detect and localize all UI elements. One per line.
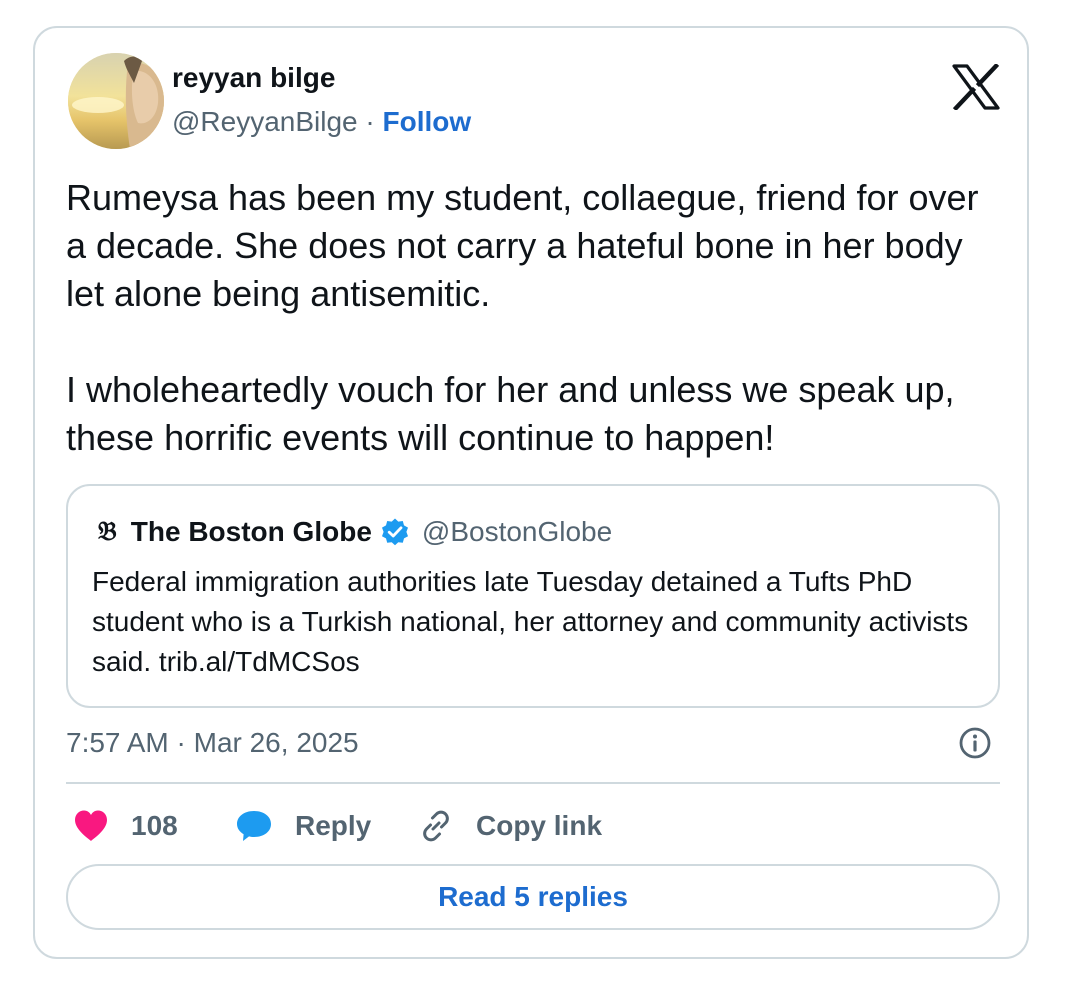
- author-name[interactable]: reyyan bilge: [172, 60, 335, 96]
- x-logo-icon[interactable]: [952, 64, 1000, 110]
- read-replies-button[interactable]: Read 5 replies: [66, 864, 1000, 930]
- follow-button[interactable]: Follow: [383, 106, 472, 137]
- link-icon: [423, 810, 449, 842]
- tweet-text: Rumeysa has been my student, collaegue, …: [66, 177, 979, 458]
- boston-globe-logo-icon: 𝔅: [98, 517, 117, 547]
- copy-link-button[interactable]: Copy link: [418, 806, 602, 846]
- quote-header: 𝔅 The Boston Globe @BostonGlobe: [98, 512, 612, 552]
- author-avatar[interactable]: [68, 53, 164, 149]
- like-count: 108: [131, 810, 178, 841]
- reply-label: Reply: [295, 810, 372, 841]
- like-button[interactable]: 108: [73, 806, 178, 846]
- author-handle[interactable]: @ReyyanBilge: [172, 106, 358, 137]
- info-icon[interactable]: [958, 726, 992, 760]
- verified-badge-icon: [381, 518, 408, 546]
- speech-bubble-icon: [237, 811, 271, 841]
- heart-icon: [75, 810, 107, 841]
- meta-separator: ·: [365, 106, 375, 137]
- reply-button[interactable]: Reply: [235, 806, 371, 846]
- copy-link-label: Copy link: [476, 810, 603, 841]
- quoted-tweet[interactable]: 𝔅 The Boston Globe @BostonGlobe Federal …: [66, 484, 1000, 708]
- quote-text: Federal immigration authorities late Tue…: [92, 566, 969, 677]
- quote-author-name[interactable]: The Boston Globe: [131, 516, 372, 548]
- avatar-photo: [68, 53, 164, 149]
- tweet-timestamp[interactable]: 7:57 AM · Mar 26, 2025: [66, 725, 359, 761]
- quote-author-handle[interactable]: @BostonGlobe: [422, 516, 612, 548]
- author-meta: @ReyyanBilge · Follow: [172, 104, 471, 140]
- divider: [66, 782, 1000, 784]
- tweet-card: reyyan bilge @ReyyanBilge · Follow Rumey…: [33, 26, 1029, 959]
